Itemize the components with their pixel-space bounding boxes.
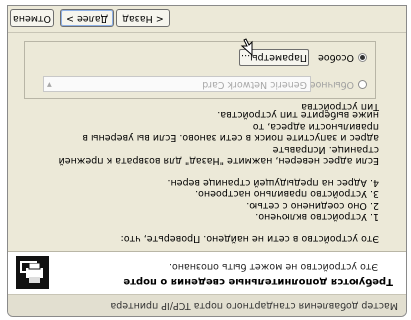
device-type-label: Тип устройства (301, 101, 379, 112)
title-bar: Мастер добавления стандартного порта TCP… (8, 294, 406, 316)
radio-custom-label: Особое (317, 52, 354, 63)
intro-text: Это устройство в сети не найдено. Провер… (120, 233, 379, 244)
chevron-down-icon[interactable]: ▾ (47, 77, 52, 91)
radio-custom[interactable]: Особое (318, 52, 367, 63)
combo-value: Generic Network Card (202, 79, 307, 90)
advice-text-line: Если адрес неверен, нажмите "Назад" для … (58, 144, 379, 167)
next-button[interactable]: Далее > (60, 9, 114, 27)
radio-standard[interactable]: Обычное (310, 79, 367, 90)
wizard-window: Мастер добавления стандартного порта TCP… (7, 5, 407, 317)
header-banner: Требуются дополнительные сведения о порт… (8, 251, 406, 294)
radio-standard-indicator[interactable] (358, 80, 367, 89)
radio-custom-indicator[interactable] (358, 53, 367, 62)
wizard-buttons: < Назад Далее > Отмена (8, 5, 406, 33)
cancel-button[interactable]: Отмена (10, 9, 54, 27)
check-item: 1. Устройство включено. (255, 211, 379, 223)
window-title: Мастер добавления стандартного порта TCP… (110, 300, 398, 311)
device-type-combo[interactable]: Generic Network Card ▾ (43, 76, 311, 92)
mouse-cursor-icon (240, 38, 253, 56)
page-subheading: Это устройство не может быть опознано. (168, 261, 378, 272)
device-type-group: Обычное Generic Network Card ▾ Особое Па… (24, 38, 376, 99)
back-button[interactable]: < Назад (116, 9, 170, 27)
page-heading: Требуются дополнительные сведения о порт… (123, 276, 393, 287)
info-text: Это устройство в сети не найдено. Провер… (19, 109, 379, 245)
check-item: 3. Устройство правильно настроено. (195, 188, 379, 200)
printer-network-icon (16, 256, 49, 289)
check-item: 4. Адрес на предыдущей странице верен. (167, 177, 379, 188)
radio-standard-label: Обычное (309, 79, 354, 90)
check-item: 2. Оно соединено с сетью. (246, 200, 379, 211)
advice-text-line: адрес и запустите поиск в сети заново. Е… (82, 121, 379, 144)
